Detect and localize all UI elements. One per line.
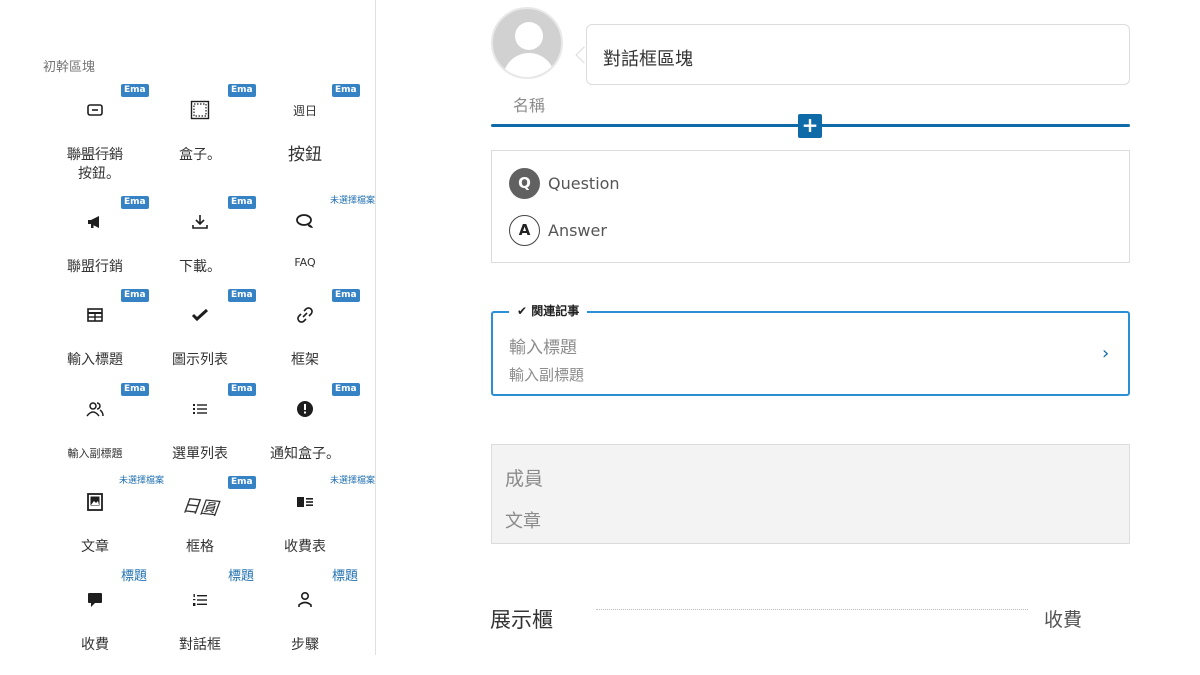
dotted-box-icon	[148, 98, 252, 122]
avatar-body-shape	[503, 53, 555, 77]
block-badge: Ema	[228, 196, 256, 209]
block-icon-text: 週日	[292, 103, 317, 118]
block-item-label: 選單列表	[172, 446, 228, 462]
block-item-sublabel: 按鈕。	[78, 166, 120, 182]
block-badge: Ema	[228, 476, 256, 489]
block-badge: Ema	[121, 196, 149, 209]
panel-title: 初幹區塊	[43, 60, 96, 75]
block-item[interactable]: Ema 輸入標題	[43, 289, 149, 382]
block-badge: 未選擇檔案	[330, 476, 376, 486]
block-item-label: 按鈕	[288, 145, 322, 165]
block-badge: 標題	[228, 569, 255, 584]
block-item[interactable]: Ema 通知盒子。	[253, 383, 360, 476]
block-item-label: 聯盟行銷	[67, 259, 123, 275]
block-item-label: 文章	[81, 539, 109, 555]
block-item[interactable]: Ema 圖示列表	[148, 289, 256, 382]
block-item[interactable]: Ema 框架	[253, 289, 360, 382]
person-icon	[253, 588, 357, 612]
member-block[interactable]	[491, 444, 1130, 544]
speech-bubble-icon	[43, 588, 147, 612]
media-text-icon	[253, 490, 357, 514]
minus-square-icon	[43, 98, 147, 122]
block-item[interactable]: Ema 盒子。	[148, 84, 256, 177]
block-badge: Ema	[228, 289, 256, 302]
faq-answer-text[interactable]: Answer	[548, 221, 607, 240]
block-item-label: 圖示列表	[172, 352, 228, 368]
related-title-input[interactable]: 輸入標題	[509, 333, 577, 358]
block-badge: Ema	[228, 84, 256, 97]
showcase-price[interactable]: 收費	[1044, 605, 1082, 632]
block-badge: Ema	[332, 289, 360, 302]
gallery-icon	[43, 490, 147, 514]
block-item[interactable]: Ema 選單列表	[148, 383, 256, 476]
block-item-label: 盒子。	[179, 147, 221, 163]
block-badge: 未選擇檔案	[330, 196, 376, 206]
block-item-label: 步驟	[291, 637, 319, 653]
block-item[interactable]: Ema 下載。	[148, 196, 256, 289]
related-post-legend: ✔ 関連記事	[509, 302, 588, 319]
block-item-label: 收費	[81, 637, 109, 653]
checkmark-icon	[148, 303, 252, 327]
block-inserter-panel: 初幹區塊 Ema 聯盟行銷 按鈕。 Ema 盒子。 Ema 週日 按鈕 Ema 聯盟行銷 Ema 下載…	[0, 0, 376, 655]
speaker-name[interactable]: 名稱	[513, 92, 545, 116]
numbered-list-icon	[148, 588, 252, 612]
dialog-bubble-text[interactable]: 對話框區塊	[586, 24, 1130, 85]
block-item-label: 輸入標題	[67, 352, 123, 368]
block-item[interactable]: 標題收費	[43, 570, 147, 667]
add-block-button[interactable]: +	[798, 114, 822, 138]
faq-block[interactable]: Q Question A Answer	[491, 150, 1130, 263]
megaphone-icon	[43, 210, 147, 234]
block-item[interactable]: Ema 聯盟行銷	[43, 196, 149, 289]
related-post-block[interactable]	[491, 311, 1130, 396]
block-item[interactable]: 標題對話框	[148, 570, 254, 667]
faq-answer-row[interactable]: A Answer	[509, 214, 607, 246]
block-badge: Ema	[121, 84, 149, 97]
block-icon-text: 日圓	[180, 495, 219, 520]
speaker-avatar[interactable]	[491, 7, 563, 79]
download-icon	[148, 210, 252, 234]
users-icon	[43, 397, 147, 421]
block-badge: Ema	[228, 383, 256, 396]
block-item-label: 聯盟行銷	[67, 147, 123, 163]
block-item[interactable]: 未選擇檔案 FAQ	[253, 196, 375, 289]
chevron-right-icon[interactable]: ›	[1102, 343, 1109, 364]
member-name-field[interactable]: 成員	[505, 464, 543, 491]
block-badge: 標題	[332, 569, 359, 584]
alert-icon	[253, 397, 357, 421]
link-icon	[253, 303, 357, 327]
block-item-label: 收費表	[284, 539, 326, 555]
block-item[interactable]: Ema 日圓框格	[148, 476, 256, 569]
block-badge: Ema	[121, 289, 149, 302]
block-item[interactable]: Ema 聯盟行銷按鈕。	[43, 84, 149, 182]
showcase-dotted-leader	[596, 609, 1028, 610]
question-mark-icon: Q	[509, 167, 540, 199]
table-icon	[43, 303, 147, 327]
block-item[interactable]: Ema 週日按鈕	[253, 84, 360, 177]
block-item[interactable]: Ema 輸入副標題	[43, 383, 149, 476]
member-text-field[interactable]: 文章	[505, 507, 541, 533]
answer-mark-icon: A	[509, 214, 540, 246]
block-badge: 標題	[121, 569, 148, 584]
block-item-label: FAQ	[294, 256, 316, 269]
block-item-label: 通知盒子。	[270, 446, 340, 462]
block-item-label: 輸入副標題	[67, 447, 123, 460]
related-subtitle-input[interactable]: 輸入副標題	[509, 364, 584, 385]
block-item-label: 對話框	[179, 637, 221, 653]
list-icon	[148, 397, 252, 421]
block-item[interactable]: 未選擇檔案收費表	[253, 476, 375, 569]
block-item[interactable]: 標題步驟	[253, 570, 358, 667]
block-item-label: 框格	[186, 539, 214, 555]
block-item[interactable]: 未選擇檔案 文章	[43, 476, 164, 569]
chat-bubbles-icon	[253, 210, 357, 234]
block-badge: Ema	[332, 84, 360, 97]
showcase-label[interactable]: 展示櫃	[490, 604, 553, 634]
avatar-head-shape	[515, 22, 543, 50]
faq-question-row[interactable]: Q Question	[509, 167, 620, 199]
faq-question-text[interactable]: Question	[548, 174, 620, 193]
block-item-label: 下載。	[179, 259, 221, 275]
block-item-label: 框架	[291, 352, 319, 368]
block-badge: Ema	[332, 383, 360, 396]
block-badge: Ema	[121, 383, 149, 396]
